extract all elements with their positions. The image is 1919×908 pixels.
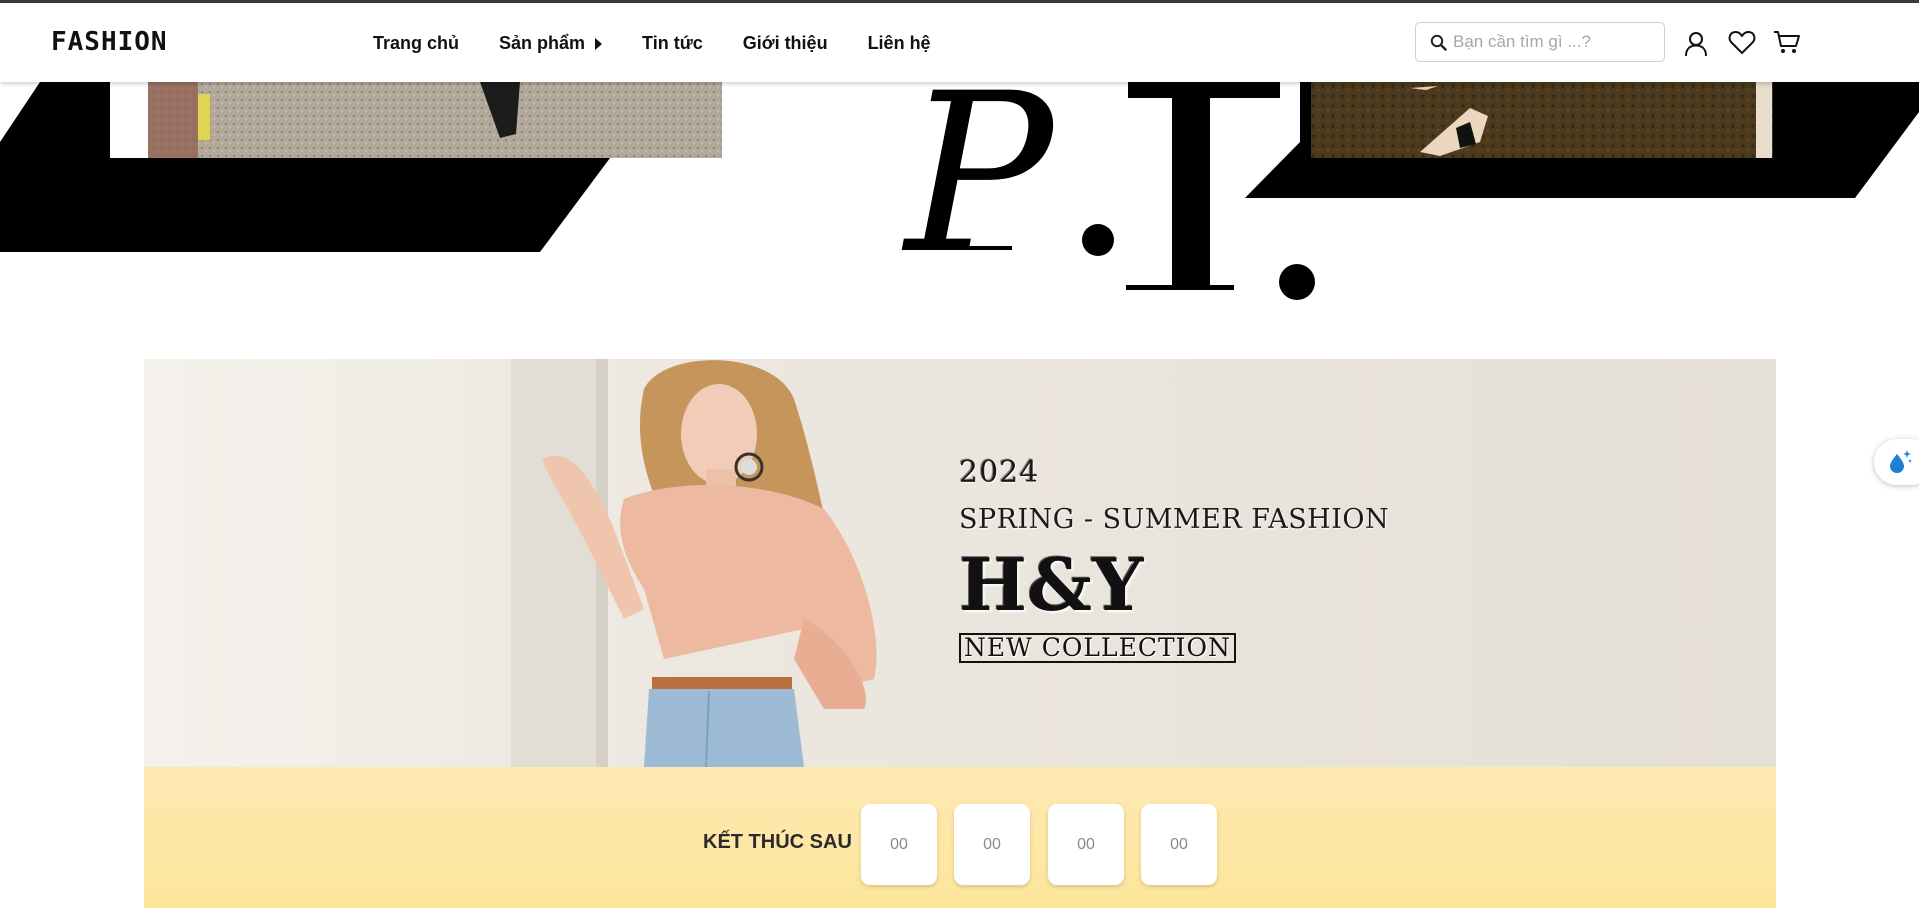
nav-item-contact[interactable]: Liên hệ (868, 33, 931, 54)
main-nav: Trang chủ Sản phẩm Tin tức Giới thiệu Li… (373, 33, 971, 54)
caret-right-icon (595, 37, 603, 50)
banner-brand: H&Y (959, 542, 1144, 627)
nav-item-label: Giới thiệu (742, 33, 828, 53)
search-box[interactable] (1415, 22, 1665, 62)
promo-banner[interactable]: 2024 SPRING - SUMMER FASHION H&Y NEW COL… (144, 359, 1776, 767)
site-header: FASHION Trang chủ Sản phẩm Tin tức Giới … (0, 0, 1919, 82)
search-input[interactable] (1453, 32, 1658, 52)
countdown-minutes: 00 (1048, 804, 1124, 885)
nav-item-home[interactable]: Trang chủ (373, 33, 459, 54)
countdown-label: KẾT THÚC SAU (703, 831, 852, 853)
hero-collage-graphic: P (0, 82, 1919, 302)
water-drop-sparkle-icon (1890, 450, 1912, 473)
banner-collection-tag: NEW COLLECTION (959, 633, 1236, 663)
nav-item-label: Liên hệ (867, 33, 931, 53)
countdown-hours: 00 (954, 804, 1030, 885)
heart-icon[interactable] (1727, 27, 1757, 57)
decor-letters: P (901, 82, 1057, 302)
nav-item-label: Trang chủ (373, 33, 460, 53)
nav-item-products[interactable]: Sản phẩm (499, 33, 603, 54)
hero-collage: P (0, 82, 1919, 312)
banner-headline-group: 2024 SPRING - SUMMER FASHION H&Y NEW COL… (959, 455, 1389, 663)
nav-item-label: Sản phẩm (499, 33, 586, 53)
nav-item-news[interactable]: Tin tức (642, 33, 703, 54)
search-icon[interactable] (1430, 34, 1447, 51)
banner-subtitle: SPRING - SUMMER FASHION (959, 504, 1390, 535)
countdown-days: 00 (861, 804, 937, 885)
site-logo[interactable]: FASHION (51, 27, 168, 57)
user-icon[interactable] (1681, 29, 1711, 59)
countdown-seconds: 00 (1141, 804, 1217, 885)
floating-widget-button[interactable] (1874, 439, 1919, 485)
cart-icon[interactable] (1772, 27, 1802, 57)
banner-year: 2024 (959, 455, 1040, 490)
nav-item-label: Tin tức (642, 33, 703, 53)
countdown-bar: KẾT THÚC SAU 00 00 00 00 (144, 767, 1776, 908)
nav-item-about[interactable]: Giới thiệu (743, 33, 828, 54)
